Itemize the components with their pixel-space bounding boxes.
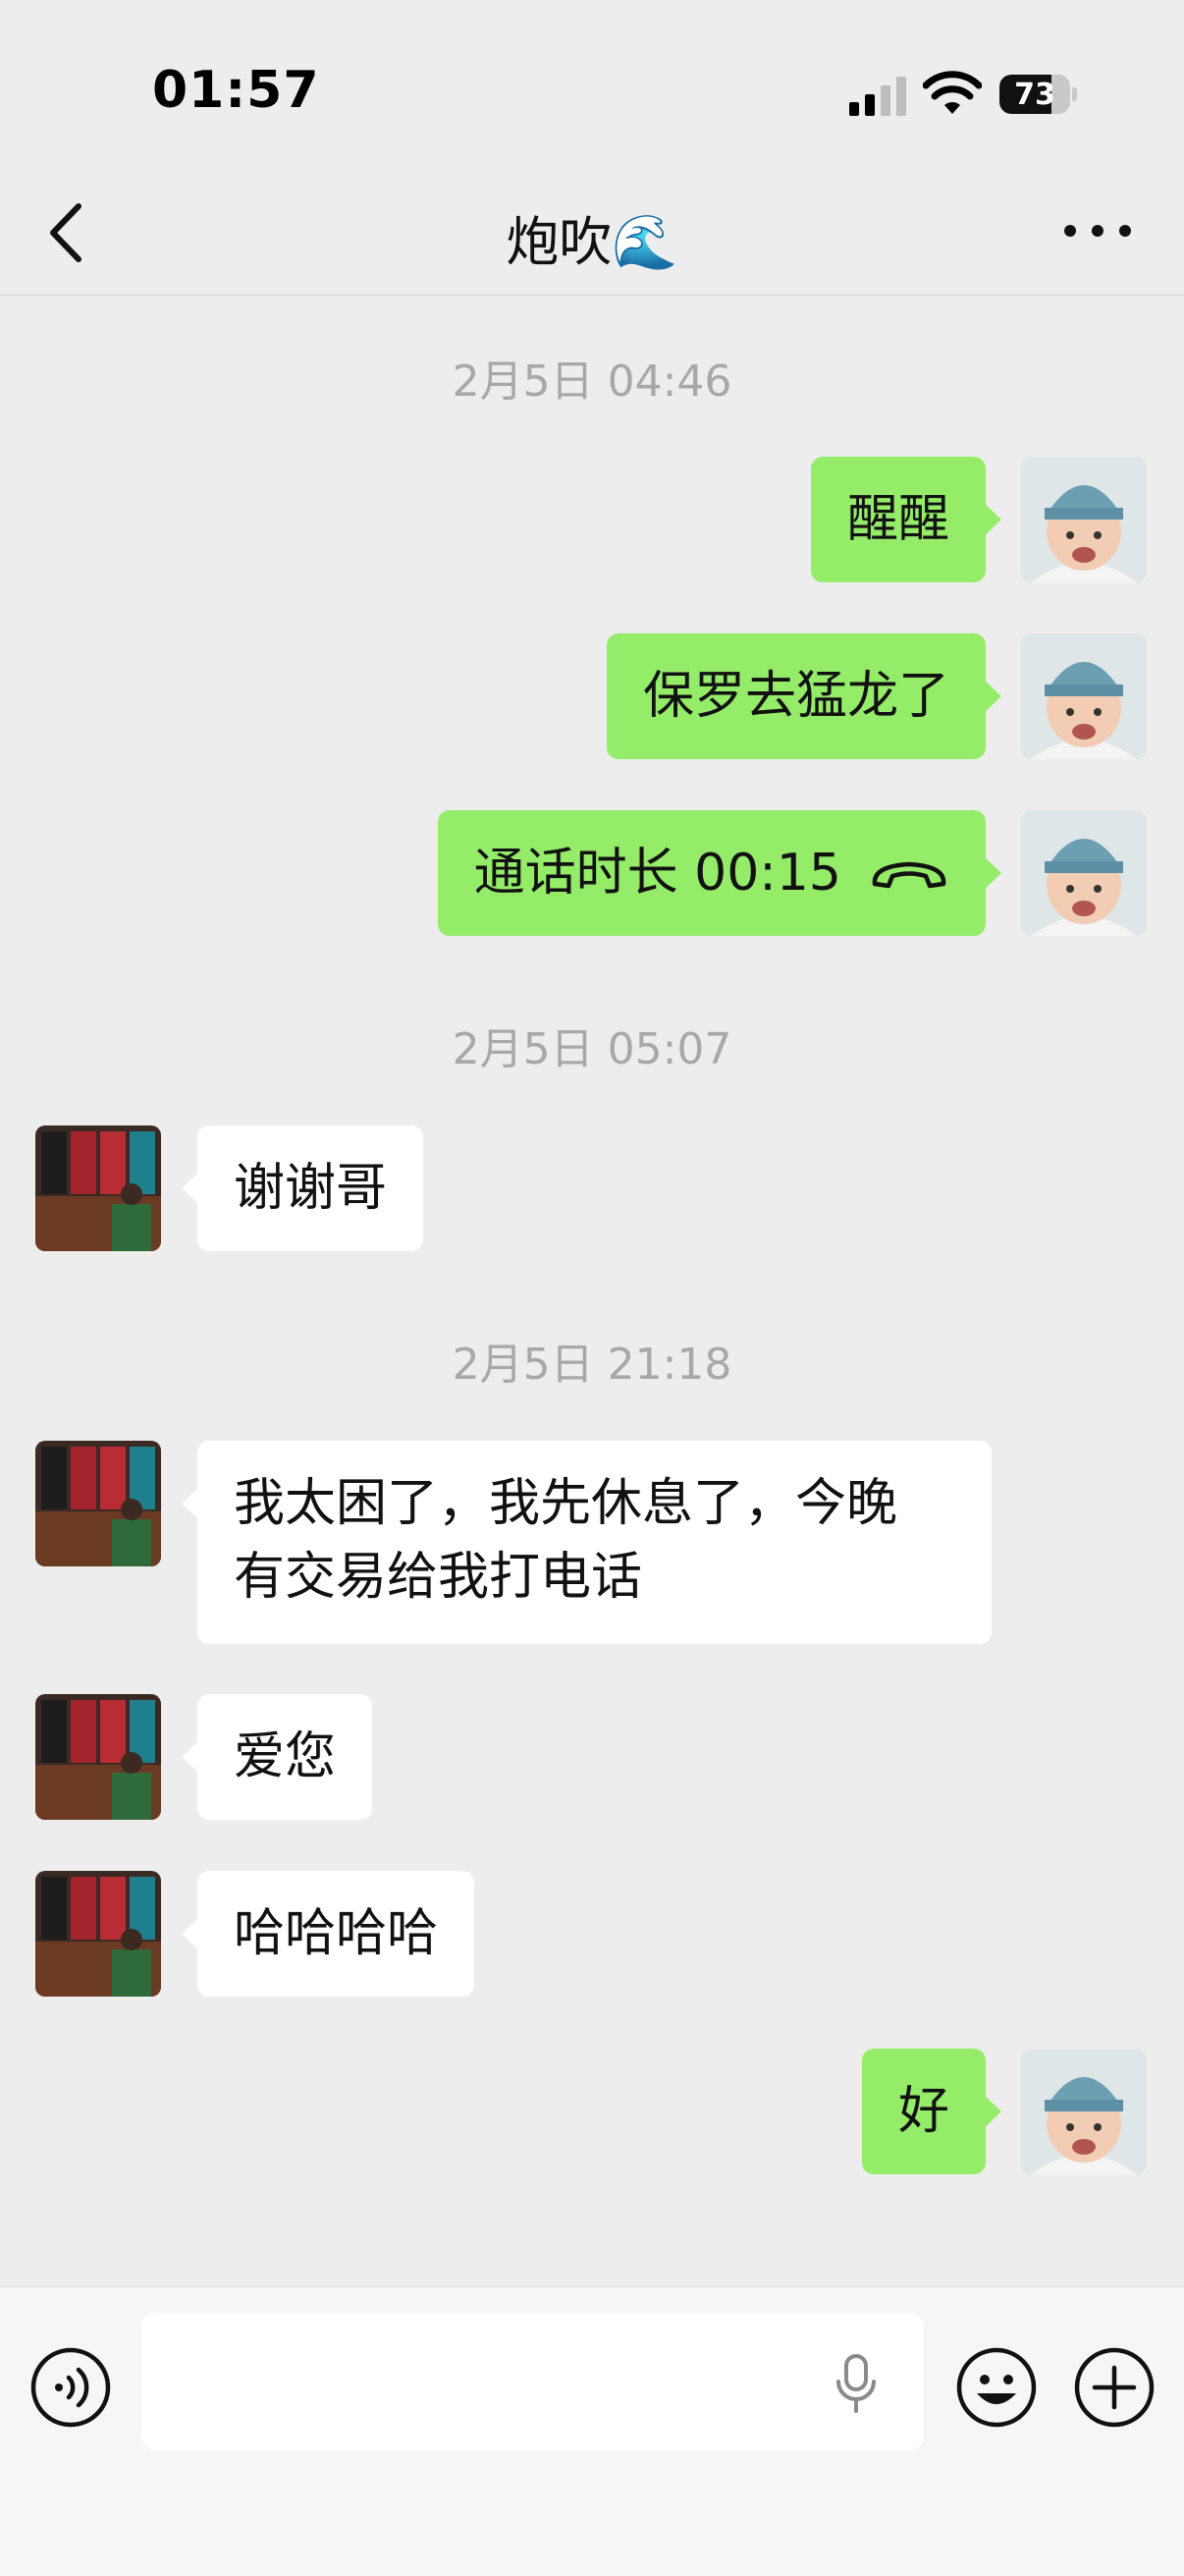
call-record-bubble[interactable]: 通话时长 00:15 xyxy=(437,810,1002,936)
emoji-icon[interactable] xyxy=(955,2346,1038,2429)
chat-input-bar xyxy=(0,2286,1184,2576)
my-avatar[interactable] xyxy=(1021,457,1147,582)
battery-body: 73 xyxy=(999,75,1070,114)
sent-message-bubble[interactable]: 保罗去猛龙了 xyxy=(606,633,1002,759)
microphone-icon[interactable] xyxy=(833,2354,880,2413)
contact-avatar[interactable] xyxy=(35,1871,161,1997)
call-duration-text: 通话时长 00:15 xyxy=(473,844,841,903)
phone-hangup-icon xyxy=(872,861,946,889)
contact-avatar[interactable] xyxy=(35,1694,161,1820)
status-bar: 01:57 73 xyxy=(0,0,1184,177)
cellular-signal-icon xyxy=(849,77,906,116)
plus-icon[interactable] xyxy=(1073,2346,1156,2429)
contact-avatar[interactable] xyxy=(35,1441,161,1566)
message-input[interactable] xyxy=(141,2313,924,2450)
chat-title: 炮吹🌊 xyxy=(506,211,678,273)
sent-message-bubble[interactable]: 醒醒 xyxy=(810,457,1002,582)
received-message-bubble[interactable]: 谢谢哥 xyxy=(181,1125,424,1251)
voice-input-icon[interactable] xyxy=(29,2346,112,2429)
received-message-bubble[interactable]: 爱您 xyxy=(181,1694,373,1820)
contact-avatar[interactable] xyxy=(35,1125,161,1251)
sent-message-bubble[interactable]: 好 xyxy=(861,2049,1002,2174)
message-timestamp: 2月5日 05:07 xyxy=(452,1024,732,1074)
my-avatar[interactable] xyxy=(1021,633,1147,759)
my-avatar[interactable] xyxy=(1021,810,1147,936)
more-dots-icon[interactable] xyxy=(1060,206,1135,255)
status-time: 01:57 xyxy=(152,61,320,120)
battery-percent: 73 xyxy=(1014,78,1055,112)
message-timestamp: 2月5日 04:46 xyxy=(452,356,732,407)
message-line: 有交易给我打电话 xyxy=(234,1548,643,1607)
received-message-bubble[interactable]: 哈哈哈哈 xyxy=(181,1871,475,1997)
battery-indicator: 73 xyxy=(999,75,1078,114)
received-message-bubble[interactable]: 我太困了，我先休息了，今晚 有交易给我打电话 xyxy=(182,1441,992,1644)
wifi-icon xyxy=(923,71,982,114)
my-avatar[interactable] xyxy=(1021,2049,1147,2174)
battery-tip xyxy=(1072,87,1077,101)
message-timestamp: 2月5日 21:18 xyxy=(452,1340,732,1390)
chat-header: 炮吹🌊 xyxy=(0,177,1184,296)
message-line: 我太困了，我先休息了，今晚 xyxy=(234,1474,898,1533)
